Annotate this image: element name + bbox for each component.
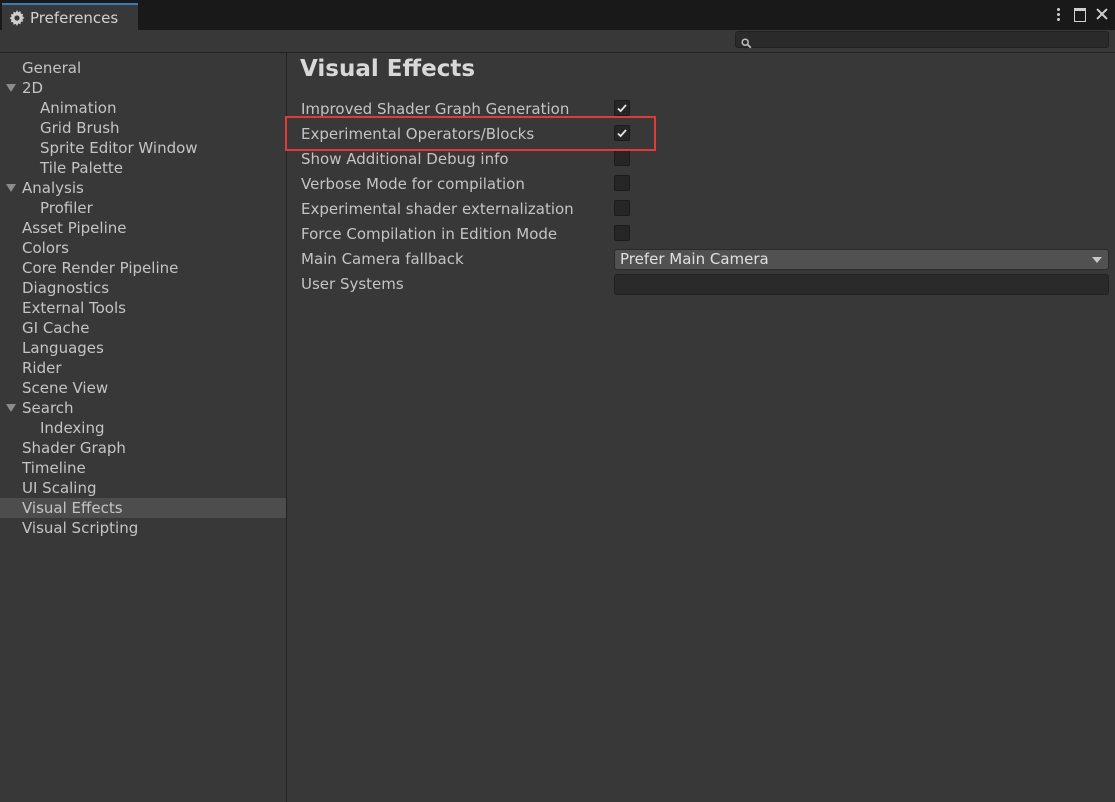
tab-title: Preferences <box>30 8 119 27</box>
sidebar-item-label: GI Cache <box>22 319 90 337</box>
sidebar-item-label: Core Render Pipeline <box>22 259 179 277</box>
gear-icon <box>9 9 25 26</box>
main-camera-fallback-dropdown[interactable]: Prefer Main Camera <box>614 249 1109 270</box>
maximize-icon[interactable] <box>1073 6 1087 22</box>
sidebar-item-label: Rider <box>22 359 62 377</box>
setting-label: Verbose Mode for compilation <box>301 175 525 193</box>
sidebar-item-label: Analysis <box>22 179 84 197</box>
tab-preferences[interactable]: Preferences <box>2 3 138 30</box>
close-icon[interactable] <box>1095 6 1109 22</box>
sidebar-item-grid-brush[interactable]: Grid Brush <box>0 118 286 138</box>
setting-row-experimental-shader-externalization: Experimental shader externalization <box>287 197 1115 222</box>
setting-row-show-additional-debug-info: Show Additional Debug info <box>287 147 1115 172</box>
setting-row-user-systems: User Systems <box>287 272 1115 297</box>
sidebar-item-scene-view[interactable]: Scene View <box>0 378 286 398</box>
sidebar-item-sprite-editor-window[interactable]: Sprite Editor Window <box>0 138 286 158</box>
foldout-arrow-icon[interactable] <box>6 184 16 192</box>
sidebar-item-label: Search <box>22 399 74 417</box>
sidebar-item-search[interactable]: Search <box>0 398 286 418</box>
sidebar-item-profiler[interactable]: Profiler <box>0 198 286 218</box>
sidebar-item-label: UI Scaling <box>22 479 97 497</box>
setting-label: Show Additional Debug info <box>301 150 509 168</box>
experimental-shader-externalization-checkbox[interactable] <box>614 200 630 216</box>
show-additional-debug-info-checkbox[interactable] <box>614 150 630 166</box>
sidebar-item-timeline[interactable]: Timeline <box>0 458 286 478</box>
sidebar-item-analysis[interactable]: Analysis <box>0 178 286 198</box>
dropdown-value: Prefer Main Camera <box>620 250 769 268</box>
force-compilation-in-edition-mode-checkbox[interactable] <box>614 225 630 241</box>
sidebar-item-visual-effects[interactable]: Visual Effects <box>0 498 286 518</box>
window-titlebar: Preferences <box>0 0 1115 30</box>
user-systems-field[interactable] <box>614 274 1109 295</box>
foldout-arrow-icon[interactable] <box>6 404 16 412</box>
sidebar-item-indexing[interactable]: Indexing <box>0 418 286 438</box>
setting-label: Improved Shader Graph Generation <box>301 100 570 118</box>
checkmark-icon <box>617 129 627 138</box>
sidebar-item-label: 2D <box>22 79 44 97</box>
sidebar-item-label: Asset Pipeline <box>22 219 127 237</box>
sidebar-item-visual-scripting[interactable]: Visual Scripting <box>0 518 286 538</box>
sidebar-item-label: Visual Effects <box>22 499 123 517</box>
settings-panel: Visual Effects Improved Shader Graph Gen… <box>287 53 1115 802</box>
page-title: Visual Effects <box>300 56 476 82</box>
setting-label: Experimental Operators/Blocks <box>301 125 535 143</box>
sidebar-item-colors[interactable]: Colors <box>0 238 286 258</box>
sidebar-item-label: Colors <box>22 239 69 257</box>
setting-row-main-camera-fallback: Main Camera fallback Prefer Main Camera <box>287 247 1115 272</box>
sidebar-item-label: External Tools <box>22 299 126 317</box>
sidebar-item-label: Tile Palette <box>40 159 123 177</box>
setting-row-verbose-mode-for-compilation: Verbose Mode for compilation <box>287 172 1115 197</box>
sidebar-item-diagnostics[interactable]: Diagnostics <box>0 278 286 298</box>
sidebar-item-label: Languages <box>22 339 104 357</box>
sidebar-item-general[interactable]: General <box>0 58 286 78</box>
sidebar-item-label: General <box>22 59 82 77</box>
search-icon <box>741 34 752 49</box>
sidebar-item-2d[interactable]: 2D <box>0 78 286 98</box>
chevron-down-icon <box>1092 257 1102 263</box>
sidebar-item-label: Grid Brush <box>40 119 120 137</box>
sidebar-item-shader-graph[interactable]: Shader Graph <box>0 438 286 458</box>
sidebar-item-label: Scene View <box>22 379 109 397</box>
sidebar-item-label: Animation <box>40 99 117 117</box>
verbose-mode-for-compilation-checkbox[interactable] <box>614 175 630 191</box>
sidebar-item-ui-scaling[interactable]: UI Scaling <box>0 478 286 498</box>
sidebar-item-gi-cache[interactable]: GI Cache <box>0 318 286 338</box>
sidebar-item-rider[interactable]: Rider <box>0 358 286 378</box>
sidebar-item-label: Shader Graph <box>22 439 126 457</box>
sidebar-item-external-tools[interactable]: External Tools <box>0 298 286 318</box>
setting-label: Main Camera fallback <box>301 250 464 268</box>
setting-label: Experimental shader externalization <box>301 200 574 218</box>
foldout-arrow-icon[interactable] <box>6 84 16 92</box>
sidebar-item-asset-pipeline[interactable]: Asset Pipeline <box>0 218 286 238</box>
experimental-operators-blocks-checkbox[interactable] <box>614 125 630 141</box>
more-options-icon[interactable] <box>1051 6 1065 22</box>
setting-label: User Systems <box>301 275 404 293</box>
setting-row-force-compilation-in-edition-mode: Force Compilation in Edition Mode <box>287 222 1115 247</box>
sidebar-item-label: Diagnostics <box>22 279 110 297</box>
sidebar-item-label: Visual Scripting <box>22 519 139 537</box>
sidebar-item-label: Sprite Editor Window <box>40 139 198 157</box>
setting-row-improved-shader-graph-generation: Improved Shader Graph Generation <box>287 97 1115 122</box>
sidebar-item-core-render-pipeline[interactable]: Core Render Pipeline <box>0 258 286 278</box>
sidebar-item-label: Profiler <box>40 199 93 217</box>
sidebar-item-tile-palette[interactable]: Tile Palette <box>0 158 286 178</box>
sidebar-item-languages[interactable]: Languages <box>0 338 286 358</box>
search-input[interactable] <box>735 31 1109 49</box>
setting-label: Force Compilation in Edition Mode <box>301 225 558 243</box>
sidebar-item-label: Indexing <box>40 419 105 437</box>
sidebar-item-label: Timeline <box>22 459 86 477</box>
improved-shader-graph-generation-checkbox[interactable] <box>614 100 630 116</box>
sidebar-item-animation[interactable]: Animation <box>0 98 286 118</box>
checkmark-icon <box>617 104 627 113</box>
setting-row-experimental-operators-blocks: Experimental Operators/Blocks <box>287 122 1115 147</box>
sidebar: General 2D Animation Grid Brush Sprite Edito… <box>0 53 287 802</box>
